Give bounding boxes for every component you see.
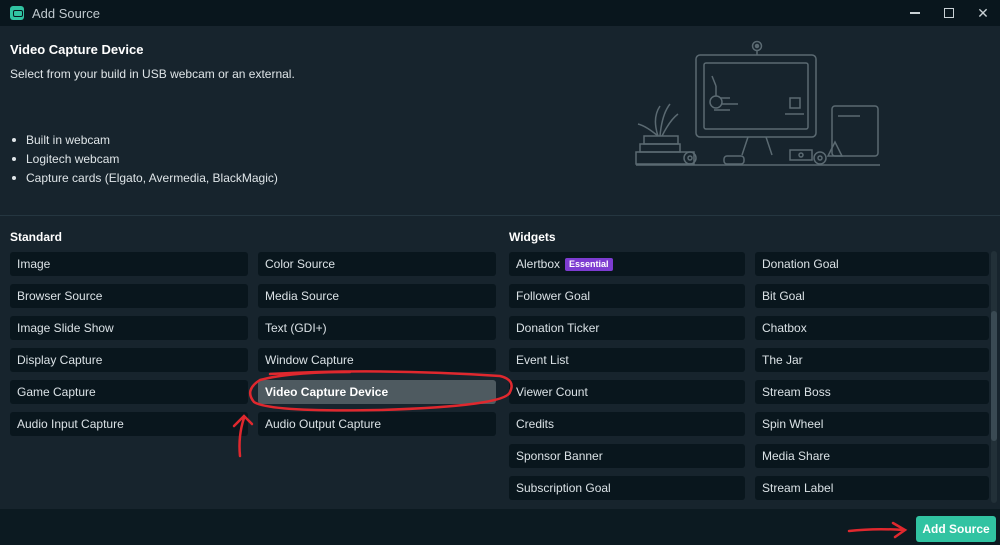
dialog-footer: Add Source	[0, 509, 1000, 545]
essential-badge: Essential	[565, 258, 613, 271]
maximize-icon	[944, 8, 954, 18]
source-item-image-slide-show[interactable]: Image Slide Show	[10, 316, 248, 340]
maximize-button[interactable]	[932, 0, 966, 26]
standard-section-title: Standard	[10, 230, 63, 244]
source-selection-panel: Standard Widgets Image Browser Source Im…	[0, 217, 1000, 509]
widget-item-alertbox[interactable]: Alertbox Essential	[509, 252, 745, 276]
minimize-button[interactable]	[898, 0, 932, 26]
bullet-icon	[12, 176, 16, 180]
widget-item-spin-wheel[interactable]: Spin Wheel	[755, 412, 989, 436]
window-title: Add Source	[32, 5, 100, 21]
widget-item-subscription-goal[interactable]: Subscription Goal	[509, 476, 745, 500]
widget-item-stream-boss[interactable]: Stream Boss	[755, 380, 989, 404]
source-item-text-gdi[interactable]: Text (GDI+)	[258, 316, 496, 340]
source-item-audio-input-capture[interactable]: Audio Input Capture	[10, 412, 248, 436]
feature-list: Built in webcam Logitech webcam Capture …	[10, 132, 278, 189]
source-item-display-capture[interactable]: Display Capture	[10, 348, 248, 372]
widgets-section-title: Widgets	[509, 230, 556, 244]
streamlabs-logo-icon	[10, 6, 24, 20]
source-item-game-capture[interactable]: Game Capture	[10, 380, 248, 404]
widget-item-bit-goal[interactable]: Bit Goal	[755, 284, 989, 308]
source-title: Video Capture Device	[10, 42, 144, 57]
source-item-media-source[interactable]: Media Source	[258, 284, 496, 308]
close-button[interactable]: ✕	[966, 0, 1000, 26]
source-item-image[interactable]: Image	[10, 252, 248, 276]
bullet-icon	[12, 157, 16, 161]
source-item-browser-source[interactable]: Browser Source	[10, 284, 248, 308]
source-item-audio-output-capture[interactable]: Audio Output Capture	[258, 412, 496, 436]
widget-item-event-list[interactable]: Event List	[509, 348, 745, 372]
close-icon: ✕	[977, 4, 989, 21]
source-item-video-capture-device[interactable]: Video Capture Device	[258, 380, 496, 404]
source-item-color-source[interactable]: Color Source	[258, 252, 496, 276]
widget-item-media-share[interactable]: Media Share	[755, 444, 989, 468]
webcam-setup-illustration	[635, 40, 880, 166]
feature-item: Logitech webcam	[10, 151, 278, 170]
widget-item-follower-goal[interactable]: Follower Goal	[509, 284, 745, 308]
widget-item-chatbox[interactable]: Chatbox	[755, 316, 989, 340]
bullet-icon	[12, 138, 16, 142]
widget-item-sponsor-banner[interactable]: Sponsor Banner	[509, 444, 745, 468]
scrollbar-thumb[interactable]	[991, 311, 997, 441]
add-source-button[interactable]: Add Source	[916, 516, 996, 542]
widget-item-viewer-count[interactable]: Viewer Count	[509, 380, 745, 404]
source-description: Select from your build in USB webcam or …	[10, 67, 295, 81]
feature-item: Capture cards (Elgato, Avermedia, BlackM…	[10, 170, 278, 189]
widget-item-credits[interactable]: Credits	[509, 412, 745, 436]
minimize-icon	[910, 12, 920, 14]
source-description-panel: Video Capture Device Select from your bu…	[0, 26, 1000, 216]
widget-item-the-jar[interactable]: The Jar	[755, 348, 989, 372]
source-item-window-capture[interactable]: Window Capture	[258, 348, 496, 372]
feature-item: Built in webcam	[10, 132, 278, 151]
scrollbar[interactable]	[991, 251, 997, 503]
widget-item-stream-label[interactable]: Stream Label	[755, 476, 989, 500]
window-controls: ✕	[898, 0, 1000, 26]
title-bar: Add Source ✕	[0, 0, 1000, 26]
widget-item-donation-ticker[interactable]: Donation Ticker	[509, 316, 745, 340]
widget-item-donation-goal[interactable]: Donation Goal	[755, 252, 989, 276]
